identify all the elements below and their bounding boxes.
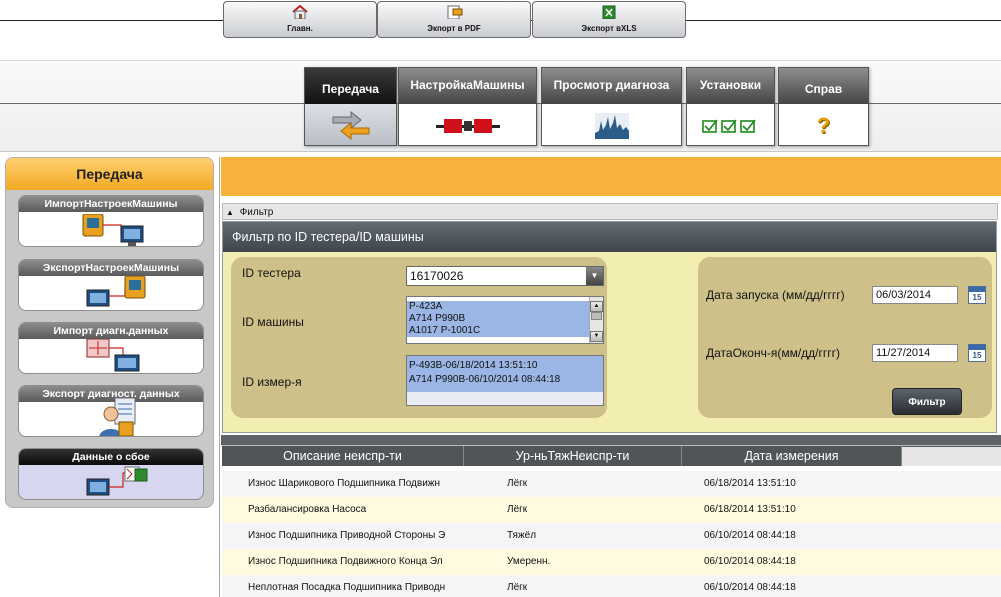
cell-severity: Лёгк — [507, 478, 528, 489]
list-item[interactable]: P-493B-06/18/2014 13:51:10 — [407, 360, 603, 372]
home-icon — [292, 4, 308, 20]
cell-description: Неплотная Посадка Подшипника Приводн — [248, 582, 446, 593]
end-date-input[interactable]: 11/27/2014 — [872, 344, 958, 362]
app-window: Передача НастройкаМашины Просмотр диагно… — [0, 0, 1001, 597]
cell-description: Разбалансировка Насоса — [248, 504, 367, 515]
column-header-date[interactable]: Дата измерения — [682, 446, 902, 466]
cell-severity: Лёгк — [507, 582, 528, 593]
table-row[interactable]: Неплотная Посадка Подшипника Приводн Лёг… — [222, 575, 1001, 597]
cell-date: 06/10/2014 08:44:18 — [704, 530, 796, 541]
collapse-arrow-icon: ▲ — [226, 208, 234, 217]
scroll-down-icon[interactable]: ▼ — [590, 331, 603, 342]
sidebar-item-label: Импорт диагн.данных — [19, 323, 203, 339]
tab-diagnosis-view[interactable]: Просмотр диагноза — [541, 67, 682, 146]
transfer-arrows-icon — [332, 110, 369, 140]
cell-severity: Лёгк — [507, 504, 528, 515]
sidebar-item-failure-data[interactable]: Данные о сбое — [18, 448, 204, 500]
column-header-severity[interactable]: Ур-ньТяжНеиспр-ти — [464, 446, 682, 466]
end-date-label: ДатаОконч-я(мм/дд/гггг) — [706, 346, 841, 360]
start-date-input[interactable]: 06/03/2014 — [872, 286, 958, 304]
list-empty-area — [407, 392, 603, 405]
cell-date: 06/18/2014 13:51:10 — [704, 478, 796, 489]
table-row[interactable]: Износ Подшипника Приводной Стороны Э Тяж… — [222, 523, 1001, 549]
cell-severity: Тяжёл — [507, 530, 537, 541]
content-divider — [219, 157, 220, 597]
export-xls-button[interactable]: Экспорт вXLS — [532, 1, 686, 38]
measurement-id-label: ID измер-я — [242, 375, 302, 389]
machine-id-list[interactable]: P-423A A714 P990B A1017 P-1001C ▲ ▼ — [406, 296, 604, 344]
table-header-empty — [902, 447, 1001, 466]
cell-date: 06/10/2014 08:44:18 — [704, 556, 796, 567]
pc-to-spreadsheet-icon — [86, 466, 148, 496]
export-xls-label: Экспорт вXLS — [581, 24, 637, 33]
column-header-description[interactable]: Описание неиспр-ти — [222, 446, 464, 466]
cell-date: 06/18/2014 13:51:10 — [704, 504, 796, 515]
measurement-id-list[interactable]: P-493B-06/18/2014 13:51:10 A714 P990B-06… — [406, 355, 604, 406]
dropdown-arrow-icon: ▼ — [590, 271, 599, 280]
filter-toggle-label: Фильтр — [239, 207, 274, 218]
sidebar-item-export-diagnostic-data[interactable]: Экспорт диагност. данных — [18, 385, 204, 437]
sidebar-item-label: Данные о сбое — [19, 449, 203, 465]
sidebar-title: Передача — [6, 158, 213, 190]
table-row[interactable]: Износ Шарикового Подшипника Подвижн Лёгк… — [222, 471, 1001, 497]
cell-date: 06/10/2014 08:44:18 — [704, 582, 796, 593]
machine-shaft-icon — [435, 118, 500, 133]
tab-help[interactable]: Справ ? — [778, 67, 869, 146]
pdf-export-icon — [447, 5, 463, 20]
user-document-icon — [99, 398, 136, 436]
help-icon: ? — [816, 112, 831, 138]
tab-label: Передача — [305, 68, 396, 104]
table-row[interactable]: Разбалансировка Насоса Лёгк 06/18/2014 1… — [222, 497, 1001, 523]
machine-id-label: ID машины — [242, 315, 304, 329]
tester-id-select[interactable]: 16170026 ▼ — [406, 266, 604, 286]
home-label: Главн. — [287, 24, 313, 33]
data-to-pc-icon — [86, 339, 140, 372]
home-button[interactable]: Главн. — [223, 1, 377, 38]
pc-to-device-icon — [86, 276, 146, 307]
export-pdf-label: Экпорт в PDF — [427, 24, 481, 33]
cell-description: Износ Шарикового Подшипника Подвижн — [248, 478, 440, 489]
cell-description: Износ Подшипника Приводной Стороны Э — [248, 530, 446, 541]
xls-export-icon — [602, 5, 616, 20]
device-to-pc-icon — [82, 214, 144, 246]
tab-label: НастройкаМашины — [399, 68, 536, 104]
table-row[interactable]: Износ Подшипника Подвижного Конца Эл Уме… — [222, 549, 1001, 575]
filter-button[interactable]: Фильтр — [892, 388, 962, 415]
cell-description: Износ Подшипника Подвижного Конца Эл — [248, 556, 443, 567]
filter-panel-title: Фильтр по ID тестера/ID машины — [223, 222, 996, 252]
start-calendar-icon[interactable]: 15 — [968, 286, 986, 304]
list-item[interactable]: A714 P990B-06/10/2014 08:44:18 — [407, 374, 603, 386]
list-item[interactable]: P-423A — [407, 301, 603, 313]
checkboxes-icon — [701, 119, 756, 133]
list-item[interactable]: A714 P990B — [407, 313, 603, 325]
scroll-thumb[interactable] — [591, 312, 602, 320]
tester-id-label: ID тестера — [242, 266, 301, 280]
sidebar-item-export-machine-settings[interactable]: ЭкспортНастроекМашины — [18, 259, 204, 311]
cell-severity: Умеренн. — [507, 556, 551, 567]
toolbar — [221, 157, 1001, 196]
sidebar-item-label: ЭкспортНастроекМашины — [19, 260, 203, 276]
sidebar-item-import-machine-settings[interactable]: ИмпортНастроекМашины — [18, 195, 204, 247]
end-calendar-icon[interactable]: 15 — [968, 344, 986, 362]
tab-transfer[interactable]: Передача — [304, 67, 397, 146]
table-header: Описание неиспр-ти Ур-ньТяжНеиспр-ти Дат… — [222, 445, 1001, 466]
scroll-up-icon[interactable]: ▲ — [590, 301, 603, 312]
tab-label: Установки — [687, 68, 774, 104]
tester-id-value: 16170026 — [410, 269, 464, 283]
tab-settings[interactable]: Установки — [686, 67, 775, 146]
sidebar-item-import-diagnostic-data[interactable]: Импорт диагн.данных — [18, 322, 204, 374]
start-date-label: Дата запуска (мм/дд/гггг) — [706, 288, 845, 302]
list-item[interactable]: A1017 P-1001C — [407, 325, 603, 337]
sidebar-item-label: ИмпортНастроекМашины — [19, 196, 203, 212]
spectrum-chart-icon — [594, 112, 629, 139]
tab-label: Справ — [779, 68, 868, 104]
tab-label: Просмотр диагноза — [542, 68, 681, 104]
export-pdf-button[interactable]: Экпорт в PDF — [377, 1, 531, 38]
machine-list-scrollbar[interactable]: ▲ ▼ — [589, 297, 603, 343]
tab-machine-setup[interactable]: НастройкаМашины — [398, 67, 537, 146]
filter-toggle[interactable]: ▲ Фильтр — [222, 203, 998, 220]
table-top-bar — [221, 435, 1001, 445]
